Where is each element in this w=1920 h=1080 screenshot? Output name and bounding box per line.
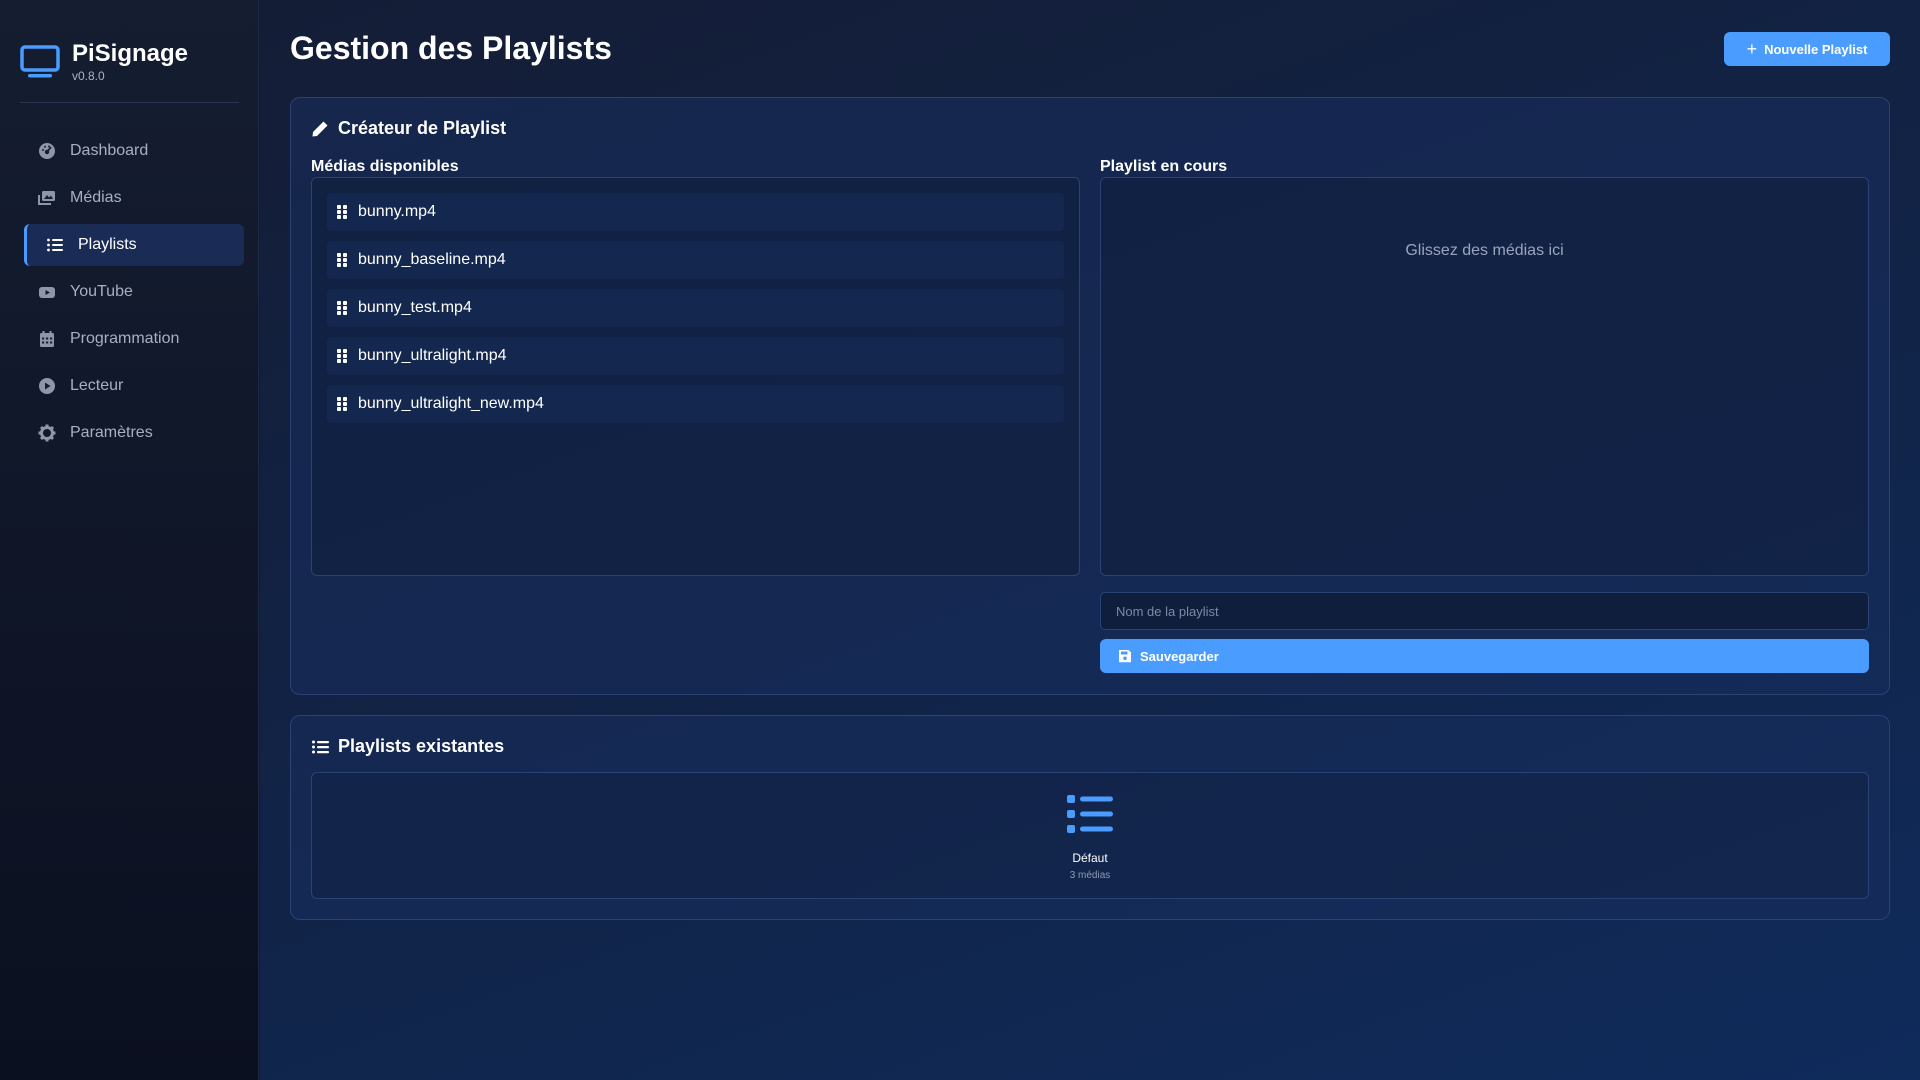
sidebar-item-label: Programmation (70, 330, 180, 347)
floppy-disk-icon (1118, 650, 1131, 663)
drag-handle-icon (337, 397, 347, 411)
plus-icon: + (1746, 39, 1758, 59)
media-item-name: bunny_ultralight_new.mp4 (358, 395, 544, 412)
playlist-count: 3 médias (1069, 870, 1111, 881)
playlist-list-icon (1067, 795, 1113, 833)
sidebar-item-label: Médias (70, 189, 122, 206)
existing-title: Playlists existantes (311, 736, 504, 757)
playlist-card[interactable]: Défaut 3 médias (312, 773, 1868, 898)
media-item-name: bunny_test.mp4 (358, 299, 472, 316)
media-item[interactable]: bunny_baseline.mp4 (327, 241, 1064, 279)
creator-title-text: Créateur de Playlist (338, 118, 507, 138)
media-item[interactable]: bunny_ultralight_new.mp4 (327, 385, 1064, 423)
playlist-drop-zone[interactable]: Glissez des médias ici (1100, 177, 1869, 576)
new-playlist-label: Nouvelle Playlist (1764, 41, 1868, 57)
list-icon (47, 238, 63, 252)
media-item[interactable]: bunny.mp4 (327, 193, 1064, 231)
playlist-creator-card: Créateur de Playlist Médias disponibles … (290, 97, 1890, 695)
creator-title: Créateur de Playlist (311, 118, 506, 139)
current-playlist-label: Playlist en cours (1100, 158, 1228, 175)
playlist-name: Défaut (1072, 851, 1108, 865)
save-button[interactable]: Sauvegarder (1100, 639, 1869, 673)
sidebar-item-lecteur[interactable]: Lecteur (24, 365, 244, 407)
sidebar-item-youtube[interactable]: YouTube (24, 271, 244, 313)
drag-handle-icon (337, 349, 347, 363)
page-title: Gestion des Playlists (290, 30, 612, 66)
media-item-name: bunny_ultralight.mp4 (358, 347, 507, 364)
youtube-icon (39, 287, 55, 298)
media-item-name: bunny.mp4 (358, 203, 436, 220)
save-label: Sauvegarder (1140, 648, 1219, 664)
sidebar-item-parametres[interactable]: Paramètres (24, 412, 244, 454)
pencil-icon (312, 121, 328, 136)
drag-handle-icon (337, 301, 347, 315)
brand-version: v0.8.0 (72, 69, 105, 83)
sidebar-item-label: Lecteur (70, 377, 124, 394)
sidebar-item-medias[interactable]: Médias (24, 177, 244, 219)
existing-playlists-card: Playlists existantes Défaut 3 médias (290, 715, 1890, 920)
playlists-grid: Défaut 3 médias (311, 772, 1869, 899)
drag-handle-icon (337, 205, 347, 219)
available-media-label: Médias disponibles (311, 158, 459, 175)
brand[interactable]: PiSignage v0.8.0 (20, 40, 188, 83)
media-item[interactable]: bunny_test.mp4 (327, 289, 1064, 327)
new-playlist-button[interactable]: + Nouvelle Playlist (1724, 32, 1890, 66)
main-content: Gestion des Playlists + Nouvelle Playlis… (260, 0, 1920, 1080)
sidebar-item-label: Playlists (78, 236, 137, 253)
drop-hint: Glissez des médias ici (1405, 242, 1564, 259)
dashboard-icon (39, 143, 55, 159)
gear-icon (38, 424, 56, 442)
sidebar-item-playlists[interactable]: Playlists (24, 224, 244, 266)
sidebar-item-programmation[interactable]: Programmation (24, 318, 244, 360)
existing-title-text: Playlists existantes (338, 736, 505, 756)
media-item[interactable]: bunny_ultralight.mp4 (327, 337, 1064, 375)
play-circle-icon (39, 378, 55, 394)
sidebar-item-dashboard[interactable]: Dashboard (24, 130, 244, 172)
list-icon (312, 740, 329, 753)
calendar-icon (40, 331, 54, 347)
sidebar-item-label: Dashboard (70, 142, 149, 159)
drag-handle-icon (337, 253, 347, 267)
sidebar-nav: Dashboard Médias Playlists YouTube Progr… (24, 130, 244, 459)
available-media-list: bunny.mp4 bunny_baseline.mp4 bunny_test.… (311, 177, 1080, 576)
playlist-name-input[interactable] (1100, 592, 1869, 630)
tv-icon (20, 44, 60, 77)
media-item-name: bunny_baseline.mp4 (358, 251, 506, 268)
images-icon (38, 191, 55, 205)
sidebar: PiSignage v0.8.0 Dashboard Médias Playli… (0, 0, 259, 1080)
sidebar-item-label: YouTube (70, 283, 133, 300)
sidebar-item-label: Paramètres (70, 424, 153, 441)
brand-name: PiSignage (72, 40, 189, 67)
brand-divider (20, 102, 239, 103)
